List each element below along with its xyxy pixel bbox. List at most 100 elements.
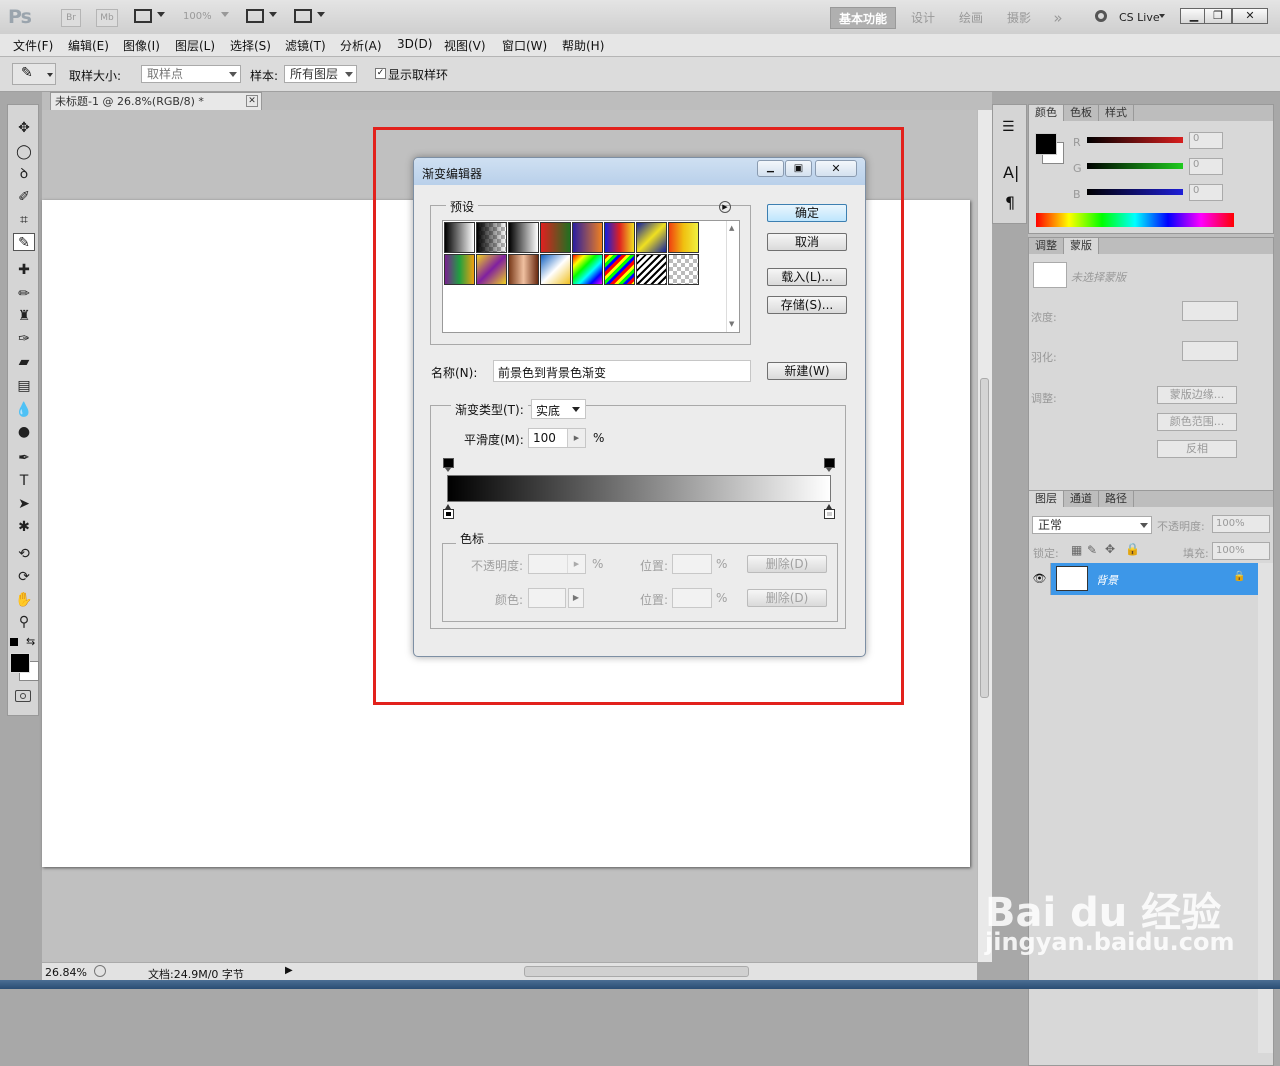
workspace-photography[interactable]: 摄影: [996, 7, 1042, 29]
vertical-scrollbar[interactable]: [977, 110, 992, 962]
workspace-essentials[interactable]: 基本功能: [830, 7, 896, 29]
3d-rotate-tool-icon[interactable]: ⟲: [13, 545, 35, 563]
tool-preset-picker[interactable]: ✎: [12, 63, 56, 85]
menu-file[interactable]: 文件(F): [13, 37, 53, 54]
color-spectrum-bar[interactable]: [1036, 213, 1234, 227]
close-icon[interactable]: ✕: [246, 95, 258, 107]
channel-g-value[interactable]: 0: [1189, 158, 1223, 175]
bridge-button[interactable]: Br: [61, 9, 81, 27]
lock-pixels-icon[interactable]: ✎: [1087, 543, 1097, 557]
status-zoom[interactable]: 26.84%: [45, 966, 87, 979]
tab-channels[interactable]: 通道: [1064, 491, 1099, 507]
invert-button[interactable]: 反相: [1157, 440, 1237, 458]
blend-mode-select[interactable]: 正常: [1032, 516, 1152, 534]
path-selection-tool-icon[interactable]: ➤: [13, 495, 35, 513]
foreground-swatch[interactable]: [1035, 133, 1057, 155]
brush-tool-icon[interactable]: ✏: [13, 285, 35, 303]
tab-layers[interactable]: 图层: [1029, 491, 1064, 507]
chevron-down-icon[interactable]: [157, 12, 165, 17]
menu-analysis[interactable]: 分析(A): [340, 37, 382, 54]
tab-color[interactable]: 颜色: [1029, 105, 1064, 121]
scroll-thumb[interactable]: [980, 378, 989, 698]
arrange-documents-icon[interactable]: [246, 9, 264, 23]
close-button[interactable]: ✕: [1232, 8, 1268, 24]
chevron-down-icon[interactable]: [317, 12, 325, 17]
channel-b-value[interactable]: 0: [1189, 184, 1223, 201]
fill-input[interactable]: 100%: [1212, 542, 1270, 560]
sample-size-select[interactable]: 取样点: [141, 65, 241, 83]
restore-button[interactable]: ❐: [1204, 8, 1232, 24]
pen-tool-icon[interactable]: ✒: [13, 449, 35, 467]
menu-window[interactable]: 窗口(W): [502, 37, 547, 54]
chevron-down-icon[interactable]: [1159, 14, 1165, 18]
3d-orbit-tool-icon[interactable]: ⟳: [13, 568, 35, 586]
history-brush-tool-icon[interactable]: ✑: [13, 330, 35, 348]
zoom-tool-icon[interactable]: ⚲: [13, 613, 35, 631]
cs-live-button[interactable]: CS Live: [1119, 11, 1160, 24]
chevron-down-icon[interactable]: [221, 12, 229, 17]
shape-tool-icon[interactable]: ✱: [13, 518, 35, 536]
menu-layer[interactable]: 图层(L): [175, 37, 215, 54]
menu-filter[interactable]: 滤镜(T): [285, 37, 326, 54]
chevron-down-icon[interactable]: [269, 12, 277, 17]
tab-swatches[interactable]: 色板: [1064, 105, 1099, 121]
lock-transparency-icon[interactable]: ▦: [1071, 543, 1082, 557]
clone-stamp-tool-icon[interactable]: ♜: [13, 307, 35, 325]
swap-colors-icon[interactable]: ⇆: [26, 635, 35, 648]
menu-select[interactable]: 选择(S): [230, 37, 271, 54]
default-colors-icon[interactable]: [10, 638, 18, 646]
marquee-tool-icon[interactable]: ◯: [13, 143, 35, 161]
lock-position-icon[interactable]: ✥: [1105, 542, 1115, 556]
workspace-painting[interactable]: 绘画: [948, 7, 994, 29]
show-ring-checkbox[interactable]: ✓: [375, 68, 386, 79]
crop-tool-icon[interactable]: ⌗: [13, 211, 35, 229]
channel-r-value[interactable]: 0: [1189, 132, 1223, 149]
visibility-eye-icon[interactable]: 👁: [1029, 563, 1051, 595]
horizontal-scroll-thumb[interactable]: [524, 966, 749, 977]
menu-help[interactable]: 帮助(H): [562, 37, 604, 54]
color-range-button[interactable]: 颜色范围...: [1157, 413, 1237, 431]
density-input[interactable]: [1182, 301, 1238, 321]
layer-row-background[interactable]: 👁 背景 🔒: [1029, 563, 1258, 595]
quick-selection-tool-icon[interactable]: ✐: [13, 188, 35, 206]
channel-b-slider[interactable]: [1087, 189, 1183, 195]
hand-tool-icon[interactable]: ✋: [13, 591, 35, 609]
tab-styles[interactable]: 样式: [1099, 105, 1134, 121]
status-menu-arrow-icon[interactable]: ▶: [285, 965, 293, 976]
dodge-tool-icon[interactable]: ●: [13, 423, 35, 441]
channel-g-slider[interactable]: [1087, 163, 1183, 169]
workspace-design[interactable]: 设计: [900, 7, 946, 29]
layer-opacity-input[interactable]: 100%: [1212, 515, 1270, 533]
lock-all-icon[interactable]: 🔒: [1125, 542, 1140, 556]
sample-select[interactable]: 所有图层: [284, 65, 357, 83]
menu-edit[interactable]: 编辑(E): [68, 37, 109, 54]
blur-tool-icon[interactable]: 💧: [13, 401, 35, 419]
screen-mode-icon[interactable]: [294, 9, 312, 23]
history-panel-icon[interactable]: ☰: [1002, 119, 1015, 135]
feather-input[interactable]: [1182, 341, 1238, 361]
paragraph-panel-icon[interactable]: ¶: [1005, 193, 1015, 212]
document-tab[interactable]: 未标题-1 @ 26.8%(RGB/8) * ✕: [50, 92, 262, 110]
menu-view[interactable]: 视图(V): [444, 37, 486, 54]
character-panel-icon[interactable]: A|: [1003, 163, 1019, 182]
eraser-tool-icon[interactable]: ▰: [13, 353, 35, 371]
lasso-tool-icon[interactable]: ꝺ: [13, 165, 35, 183]
more-workspaces-button[interactable]: »: [1046, 7, 1070, 29]
gradient-tool-icon[interactable]: ▤: [13, 377, 35, 395]
menu-3d[interactable]: 3D(D): [397, 37, 432, 51]
quick-mask-icon[interactable]: [15, 690, 31, 702]
tab-masks[interactable]: 蒙版: [1064, 238, 1099, 254]
menu-image[interactable]: 图像(I): [123, 37, 160, 54]
type-tool-icon[interactable]: T: [13, 472, 35, 490]
mask-edge-button[interactable]: 蒙版边缘...: [1157, 386, 1237, 404]
healing-brush-tool-icon[interactable]: ✚: [13, 261, 35, 279]
tab-paths[interactable]: 路径: [1099, 491, 1134, 507]
eyedropper-tool-icon[interactable]: ✎: [13, 233, 35, 251]
tab-adjustments[interactable]: 调整: [1029, 238, 1064, 254]
foreground-color-swatch[interactable]: [10, 653, 30, 673]
zoom-level[interactable]: 100%: [183, 11, 212, 22]
mini-bridge-button[interactable]: Mb: [96, 9, 118, 27]
channel-r-slider[interactable]: [1087, 137, 1183, 143]
move-tool-icon[interactable]: ✥: [13, 119, 35, 137]
view-extras-icon[interactable]: [134, 9, 152, 23]
